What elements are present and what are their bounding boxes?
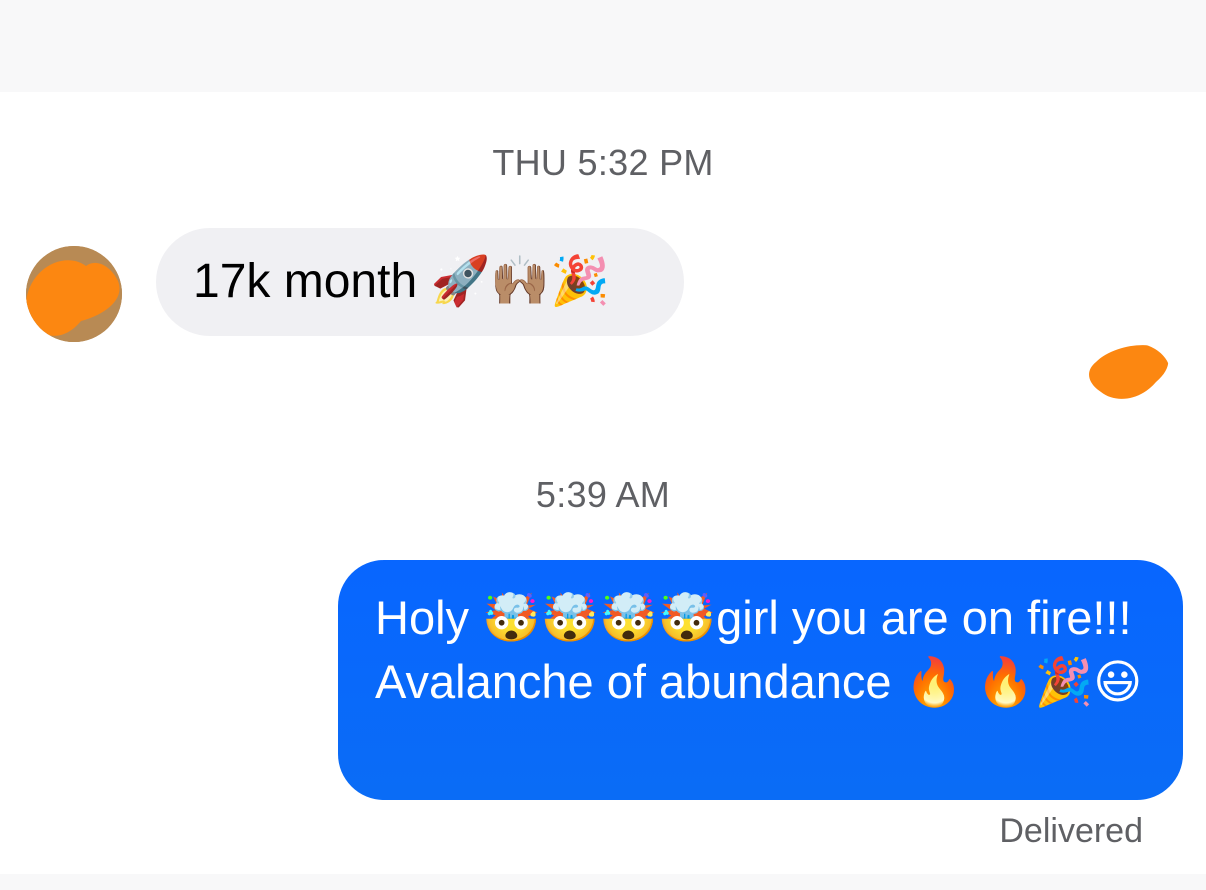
outgoing-message-bubble[interactable]: Holy 🤯🤯🤯🤯girl you are on fire!!! Avalanc… [338, 560, 1183, 800]
incoming-message-bubble[interactable]: 17k month 🚀🙌🏽🎉 [156, 228, 684, 336]
redaction-scribble-icon [1089, 345, 1169, 399]
top-navigation-bar [0, 0, 1206, 92]
message-timestamp: 5:39 AM [535, 474, 671, 515]
message-timestamp: THU 5:32 PM [492, 142, 714, 183]
composer-bar-edge [0, 874, 1206, 890]
outgoing-message-text: Holy 🤯🤯🤯🤯girl you are on fire!!! Avalanc… [375, 591, 1143, 708]
redaction-scribble-icon [26, 246, 122, 342]
incoming-message-text: 17k month 🚀🙌🏽🎉 [193, 255, 610, 308]
delivery-status: Delivered [999, 812, 1143, 850]
sender-avatar[interactable] [26, 246, 122, 342]
read-receipt-avatar [1086, 342, 1170, 402]
